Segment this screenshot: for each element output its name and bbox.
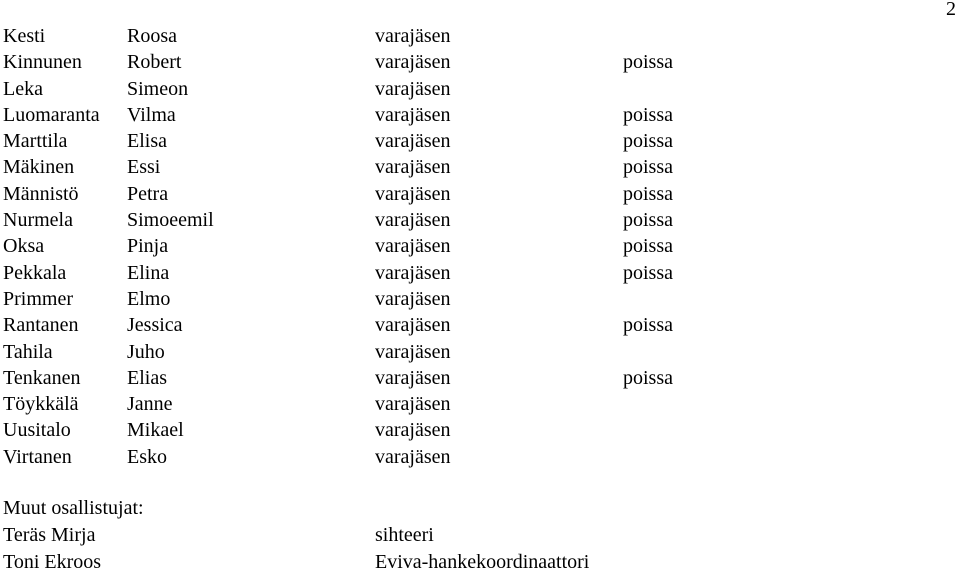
other-participants-heading: Muut osallistujat: — [3, 497, 144, 519]
member-last-name: Marttila — [3, 130, 68, 153]
member-first-name: Elmo — [127, 287, 171, 310]
member-role: varajäsen — [375, 156, 451, 179]
member-role: varajäsen — [375, 340, 451, 363]
member-last-name: Oksa — [3, 235, 45, 258]
member-role: varajäsen — [375, 235, 451, 258]
member-status: poissa — [623, 261, 673, 284]
member-status: poissa — [623, 209, 673, 232]
member-role: varajäsen — [375, 287, 451, 310]
member-last-name: Kesti — [3, 25, 46, 47]
member-role: varajäsen — [375, 25, 451, 47]
member-status: poissa — [623, 51, 673, 74]
member-status: poissa — [623, 366, 673, 389]
member-last-name: Leka — [3, 77, 43, 100]
member-first-name: Elias — [127, 366, 167, 389]
member-last-name: Rantanen — [3, 314, 79, 337]
member-first-name: Janne — [127, 393, 173, 416]
member-role: varajäsen — [375, 209, 451, 232]
member-role: varajäsen — [375, 419, 451, 442]
member-status: poissa — [623, 103, 673, 126]
member-first-name: Juho — [127, 340, 165, 363]
member-first-name: Essi — [127, 156, 161, 179]
member-first-name: Jessica — [127, 314, 183, 337]
member-role: varajäsen — [375, 130, 451, 153]
member-first-name: Petra — [127, 182, 169, 205]
participant-name: Teräs Mirja — [3, 524, 96, 546]
member-role: varajäsen — [375, 445, 451, 468]
member-first-name: Simeon — [127, 77, 189, 100]
member-status: poissa — [623, 235, 673, 258]
member-first-name: Robert — [127, 51, 182, 74]
member-last-name: Tenkanen — [3, 366, 81, 389]
member-role: varajäsen — [375, 314, 451, 337]
member-first-name: Roosa — [127, 25, 177, 47]
member-role: varajäsen — [375, 261, 451, 284]
member-last-name: Männistö — [3, 182, 79, 205]
member-first-name: Mikael — [127, 419, 184, 442]
member-first-name: Vilma — [127, 103, 176, 126]
member-status: poissa — [623, 130, 673, 153]
member-last-name: Uusitalo — [3, 419, 71, 442]
member-status: poissa — [623, 314, 673, 337]
member-status: poissa — [623, 156, 673, 179]
participant-role: sihteeri — [375, 524, 434, 546]
member-last-name: Töykkälä — [3, 393, 79, 416]
member-last-name: Tahila — [3, 340, 53, 363]
member-status: poissa — [623, 182, 673, 205]
member-role: varajäsen — [375, 51, 451, 74]
member-last-name: Luomaranta — [3, 103, 100, 126]
member-last-name: Nurmela — [3, 209, 73, 232]
member-role: varajäsen — [375, 103, 451, 126]
member-last-name: Kinnunen — [3, 51, 82, 74]
member-last-name: Pekkala — [3, 261, 67, 284]
member-first-name: Simoeemil — [127, 209, 214, 232]
member-first-name: Pinja — [127, 235, 169, 258]
member-last-name: Mäkinen — [3, 156, 75, 179]
member-role: varajäsen — [375, 77, 451, 100]
page-number: 2 — [946, 0, 956, 20]
member-last-name: Virtanen — [3, 445, 72, 468]
member-last-name: Primmer — [3, 287, 73, 310]
member-first-name: Esko — [127, 445, 167, 468]
member-role: varajäsen — [375, 366, 451, 389]
member-first-name: Elisa — [127, 130, 167, 153]
member-first-name: Elina — [127, 261, 170, 284]
member-role: varajäsen — [375, 393, 451, 416]
member-role: varajäsen — [375, 182, 451, 205]
